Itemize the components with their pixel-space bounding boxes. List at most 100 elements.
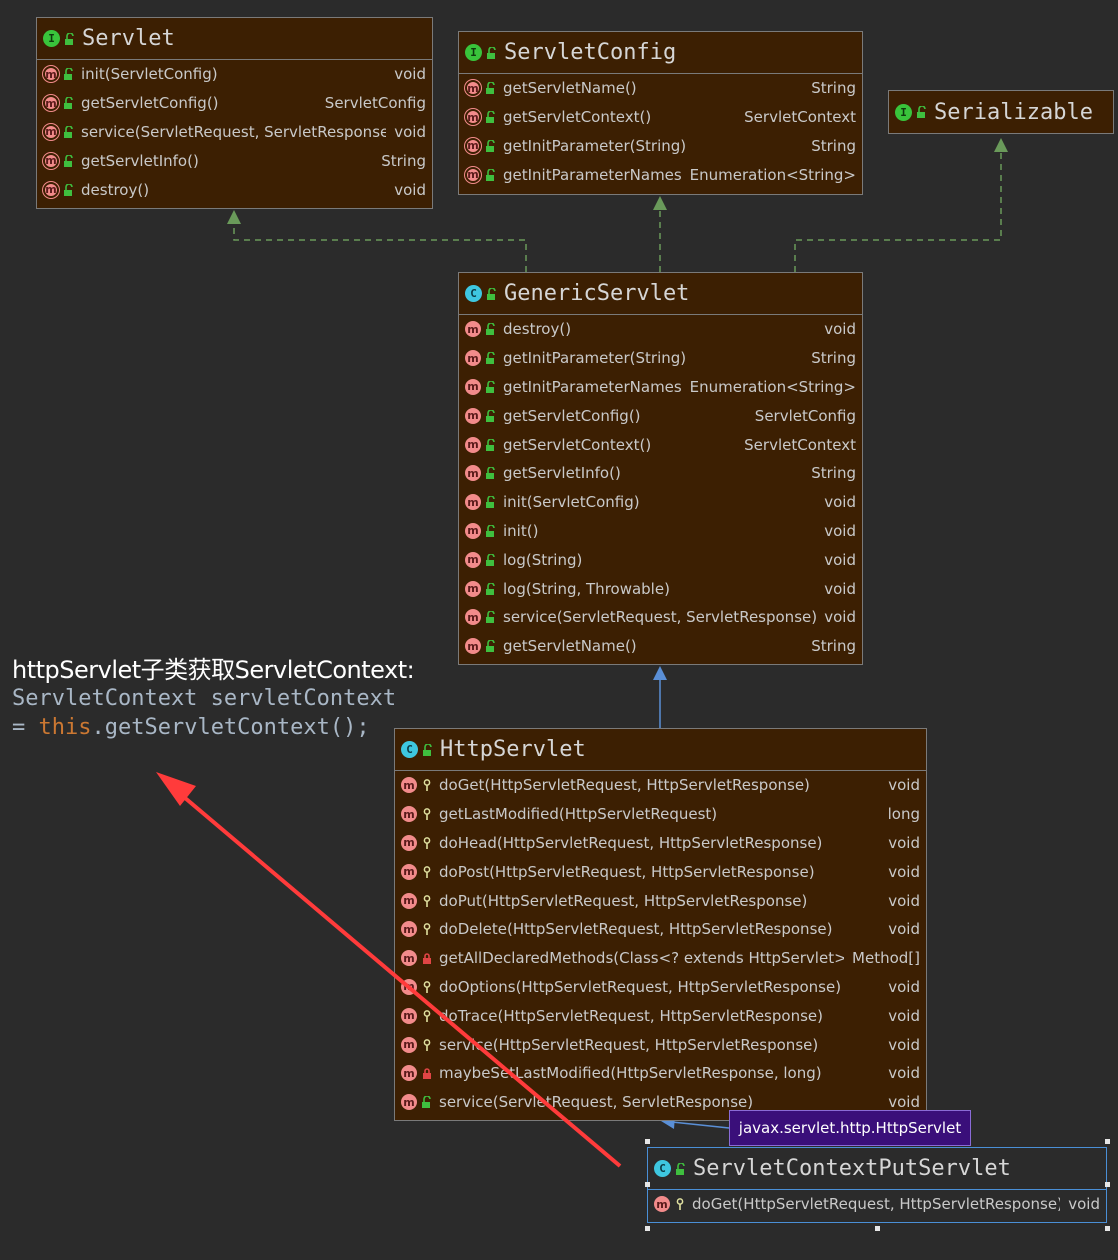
public-unlock-icon	[486, 111, 495, 124]
method-icon: m	[465, 137, 481, 154]
method-row[interactable]: m destroy() void	[37, 175, 432, 204]
protected-key-icon	[423, 865, 431, 878]
interface-icon: I	[895, 103, 912, 121]
serializable-header: I Serializable	[889, 91, 1113, 133]
code-prefix: =	[12, 715, 39, 740]
selection-handle[interactable]	[1105, 1139, 1110, 1144]
method-row[interactable]: m doGet(HttpServletRequest, HttpServletRe…	[648, 1190, 1106, 1219]
method-row[interactable]: m getServletContext() ServletContext	[459, 103, 862, 132]
method-row[interactable]: m service(ServletRequest, ServletResponse…	[459, 603, 862, 632]
method-name: getServletName()	[503, 79, 637, 98]
method-name: getServletInfo()	[81, 151, 199, 170]
method-row[interactable]: m getServletInfo() String	[37, 146, 432, 175]
method-icon: m	[43, 95, 59, 112]
public-unlock-icon	[423, 743, 432, 756]
servletconfig-interface-box[interactable]: I ServletConfig m getServletName() String m…	[458, 31, 863, 195]
method-name: destroy()	[503, 320, 572, 339]
method-icon: m	[43, 152, 59, 169]
selection-handle[interactable]	[1105, 1226, 1110, 1231]
servlet-interface-box[interactable]: I Servlet m init(ServletConfig) void m getSe…	[36, 17, 433, 209]
method-return-type: void	[888, 862, 920, 881]
method-row[interactable]: m service(HttpServletRequest, HttpServlet…	[395, 1030, 926, 1059]
method-row[interactable]: m getServletConfig() ServletConfig	[37, 89, 432, 118]
method-name: service(ServletRequest, ServletResponse)	[503, 608, 817, 627]
method-row[interactable]: m getServletContext() ServletContext	[459, 430, 862, 459]
method-name: destroy()	[81, 180, 150, 199]
method-row[interactable]: m log(String) void	[459, 545, 862, 574]
method-name: doTrace(HttpServletRequest, HttpServletR…	[439, 1006, 823, 1025]
method-icon: m	[401, 863, 417, 880]
protected-key-icon	[423, 923, 431, 936]
method-icon: m	[465, 465, 481, 482]
method-return-type: void	[394, 122, 426, 141]
method-row[interactable]: m getLastModified(HttpServletRequest) long	[395, 800, 926, 829]
method-row[interactable]: m init() void	[459, 517, 862, 546]
selection-handle[interactable]	[645, 1139, 650, 1144]
method-row[interactable]: m doOptions(HttpServletRequest, HttpServl…	[395, 973, 926, 1002]
method-name: doOptions(HttpServletRequest, HttpServle…	[439, 977, 842, 996]
serializable-interface-box[interactable]: I Serializable	[888, 90, 1114, 134]
method-return-type: void	[394, 180, 426, 199]
method-row[interactable]: m service(ServletRequest, ServletResponse…	[37, 118, 432, 147]
public-unlock-icon	[486, 323, 495, 336]
public-unlock-icon	[486, 409, 495, 422]
method-row[interactable]: m init(ServletConfig) void	[459, 488, 862, 517]
method-name: init()	[503, 521, 539, 540]
httpservlet-class-box[interactable]: C HttpServlet m doGet(HttpServletRequest,…	[394, 728, 927, 1121]
code-keyword: this	[38, 715, 92, 740]
servletconfig-header: I ServletConfig	[459, 32, 862, 74]
method-return-type: void	[1068, 1195, 1100, 1214]
method-name: service(HttpServletRequest, HttpServletR…	[439, 1035, 819, 1054]
method-row[interactable]: m getInitParameterNames() Enumeration<Stri…	[459, 373, 862, 402]
method-return-type: String	[811, 464, 856, 483]
selection-handle[interactable]	[875, 1226, 880, 1231]
public-unlock-icon	[486, 467, 495, 480]
method-row[interactable]: m getServletName() String	[459, 632, 862, 661]
public-unlock-icon	[486, 352, 495, 365]
public-unlock-icon	[64, 97, 73, 110]
method-name: getServletInfo()	[503, 464, 621, 483]
method-icon: m	[465, 166, 481, 183]
public-unlock-icon	[917, 106, 926, 118]
method-row[interactable]: m log(String, Throwable) void	[459, 574, 862, 603]
method-return-type: void	[888, 891, 920, 910]
method-row[interactable]: m getInitParameterNames() Enumeration<Stri…	[459, 160, 862, 189]
method-return-type: String	[811, 637, 856, 656]
method-icon: m	[465, 321, 481, 338]
method-icon: m	[465, 580, 481, 597]
realize-servlet-arrow	[227, 210, 241, 224]
private-lock-icon	[423, 953, 431, 965]
method-return-type: String	[811, 349, 856, 368]
protected-key-icon	[423, 808, 431, 821]
method-row[interactable]: m getServletInfo() String	[459, 459, 862, 488]
selection-handle[interactable]	[1105, 1182, 1110, 1187]
method-row[interactable]: m destroy() void	[459, 315, 862, 344]
method-row[interactable]: m getInitParameter(String) String	[459, 132, 862, 161]
method-icon: m	[465, 378, 481, 395]
method-row[interactable]: m doPost(HttpServletRequest, HttpServletR…	[395, 857, 926, 886]
method-name: getServletConfig()	[503, 406, 641, 425]
selection-handle[interactable]	[645, 1226, 650, 1231]
method-row[interactable]: m maybeSetLastModified(HttpServletRespons…	[395, 1059, 926, 1088]
method-row[interactable]: m getServletConfig() ServletConfig	[459, 401, 862, 430]
method-row[interactable]: m doTrace(HttpServletRequest, HttpServlet…	[395, 1001, 926, 1030]
method-name: getServletConfig()	[81, 94, 219, 113]
servletcontextputservlet-class-box[interactable]: C ServletContextPutServlet m doGet(HttpSe…	[647, 1147, 1107, 1223]
method-row[interactable]: m doDelete(HttpServletRequest, HttpServle…	[395, 915, 926, 944]
selection-handle[interactable]	[645, 1182, 650, 1187]
method-row[interactable]: m getServletName() String	[459, 74, 862, 103]
method-row[interactable]: m getAllDeclaredMethods(Class<? extends H…	[395, 944, 926, 973]
method-row[interactable]: m getInitParameter(String) String	[459, 344, 862, 373]
method-row[interactable]: m init(ServletConfig) void	[37, 60, 432, 89]
method-return-type: void	[394, 65, 426, 84]
method-icon: m	[401, 1007, 417, 1024]
method-row[interactable]: m doGet(HttpServletRequest, HttpServletRe…	[395, 771, 926, 800]
method-row[interactable]: m doHead(HttpServletRequest, HttpServletR…	[395, 829, 926, 858]
method-row[interactable]: m doPut(HttpServletRequest, HttpServletRe…	[395, 886, 926, 915]
public-unlock-icon	[486, 496, 495, 509]
caption-code-line2: = this.getServletContext();	[12, 715, 370, 740]
method-icon: m	[465, 350, 481, 367]
method-name: getInitParameter(String)	[503, 136, 687, 155]
genericservlet-class-box[interactable]: C GenericServlet m destroy() void m getInitP…	[458, 272, 863, 665]
method-return-type: Enumeration<String>	[689, 377, 856, 396]
